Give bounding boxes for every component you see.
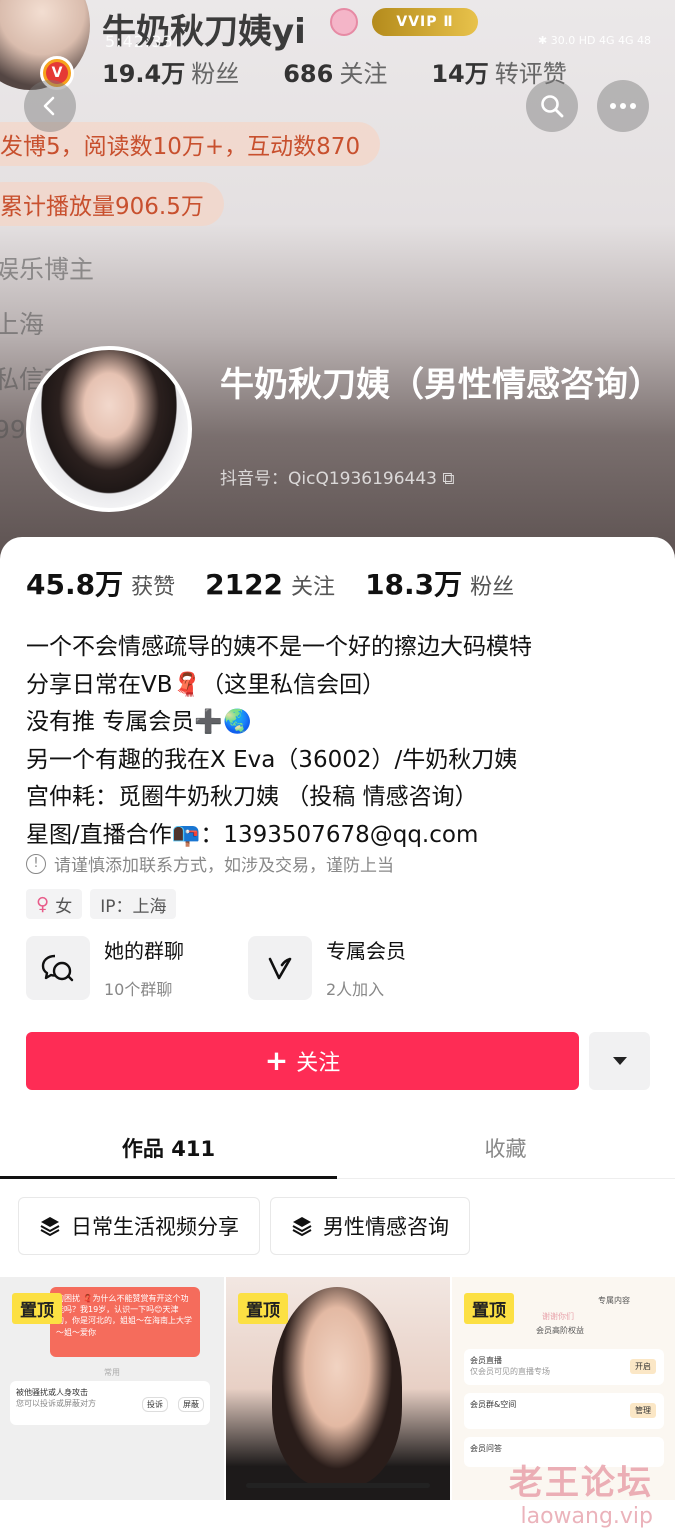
bio-line: 分享日常在VB🧣（这里私信会回） [26,671,386,698]
profile-banner: V 牛奶秋刀姨yi VVIP Ⅱ 5:42:33 ✱ 30.0 HD 4G 4G… [0,0,675,560]
exclamation-icon: ! [26,853,46,874]
video-thumbnail[interactable]: 置顶 [226,1277,450,1500]
site-watermark: 老王论坛 laowang.vip [509,1463,653,1529]
bio-line: 一个不会情感疏导的姨不是一个好的擦边大码模特 [26,634,532,660]
bio-line: 没有推 专属会员➕🌏 [26,709,252,735]
thumb-chat-text: 的困扰 🧣为什么不能赞赏有开这个功能吗？我19岁，认识一下吗😊天津的，你是河北的… [50,1287,200,1357]
follow-dropdown-button[interactable] [589,1032,650,1090]
female-icon: ♀ [36,893,50,915]
search-icon [541,95,564,118]
douyin-id[interactable]: 抖音号：QicQ1936196443 ⧉ [220,464,455,489]
video-thumbnail[interactable]: 置顶 的困扰 🧣为什么不能赞赏有开这个功能吗？我19岁，认识一下吗😊天津的，你是… [0,1277,224,1500]
follow-button[interactable]: + 关注 [26,1032,579,1090]
thumb-item: 会员群&空间 管理 [464,1393,664,1429]
home-indicator[interactable] [246,1483,430,1488]
weibo-location: 上海 [0,310,45,339]
back-button[interactable] [24,80,76,132]
copy-icon[interactable]: ⧉ [442,469,454,489]
plus-icon: + [264,1044,289,1077]
vvip-badge: VVIP Ⅱ [372,8,478,36]
profile-card: 45.8万 获赞 2122 关注 18.3万 粉丝 一个不会情感疏导的姨不是一个好的擦… [0,537,675,1529]
layers-icon [40,1217,60,1237]
collection-chips: 日常生活视频分享 男性情感咨询 [18,1197,470,1255]
profile-tags: ♀ 女 IP：上海 [26,889,177,919]
bio-line: 星图/直播合作📭：1393507678@qq.com [26,821,479,848]
pinned-badge: 置顶 [12,1293,62,1324]
feature-title: 她的群聊 [104,939,184,963]
thumb-face-image [272,1287,402,1487]
tab-works[interactable]: 作品 411 [0,1117,337,1179]
pinned-badge: 置顶 [464,1293,514,1324]
contact-warning: ! 请谨慎添加联系方式，如涉及交易，谨防上当 [26,851,394,876]
thumb-notice: 被他骚扰或人身攻击 您可以投诉或屏蔽对方 投诉 屏蔽 [10,1381,210,1425]
weibo-stats: 19.4万 粉丝 686 关注 14万 转评赞 [102,54,567,89]
avatar[interactable] [26,346,192,512]
pinned-badge: 置顶 [238,1293,288,1324]
follow-label: 关注 [296,1051,341,1076]
membership-entry[interactable]: 专属会员 2人加入 [248,935,406,1000]
chevron-left-icon [43,96,55,116]
feature-title: 专属会员 [326,939,406,963]
weibo-play-pill: 累计播放量906.5万 [0,182,224,226]
feature-sub: 2人加入 [326,980,385,999]
bio: 一个不会情感疏导的姨不是一个好的擦边大码模特 分享日常在VB🧣（这里私信会回） … [26,629,656,854]
more-options-button[interactable] [597,80,649,132]
followers-count[interactable]: 18.3万 [365,563,462,603]
likes-label: 获赞 [131,575,176,600]
profile-stats: 45.8万 获赞 2122 关注 18.3万 粉丝 [26,563,544,603]
content-tabs: 作品 411 收藏 [0,1117,675,1179]
likes-count[interactable]: 45.8万 [26,563,123,603]
thumb-divider: 常用 [104,1368,120,1377]
weibo-stat: 686 关注 [283,60,388,88]
profile-name: 牛奶秋刀姨（男性情感咨询） [220,365,662,405]
gender-tag: ♀ 女 [26,889,83,919]
collection-chip[interactable]: 日常生活视频分享 [18,1197,260,1255]
feature-sub: 10个群聊 [104,980,173,999]
tab-favorites[interactable]: 收藏 [337,1117,674,1178]
group-chat-entry[interactable]: 她的群聊 10个群聊 [26,935,184,1000]
status-icons: ✱ 30.0 HD 4G 4G 48 [538,34,651,47]
collection-chip[interactable]: 男性情感咨询 [270,1197,470,1255]
caret-down-icon [612,1057,627,1065]
weibo-line-4: 99 [0,415,26,444]
status-time: 5:42:33 [105,32,174,51]
bio-line: 宫仲耗：觅圈牛奶秋刀姨 （投稿 情感咨询） [26,784,478,810]
weibo-stat: 19.4万 粉丝 [102,60,240,88]
warning-text: 请谨慎添加联系方式，如涉及交易，谨防上当 [54,856,394,876]
followers-label: 粉丝 [470,575,515,600]
following-label: 关注 [291,575,336,600]
thumb-thanks: 谢谢你们 [542,1312,574,1321]
thumb-title: 会员高阶权益 [536,1326,584,1335]
search-button[interactable] [526,80,578,132]
more-dots-icon [610,103,636,109]
bio-line: 另一个有趣的我在X Eva（36002）/牛奶秋刀姨 [26,746,518,773]
following-count[interactable]: 2122 [205,568,283,601]
v-icon [248,935,312,1000]
layers-icon [292,1217,312,1237]
thumb-header: 专属内容 [598,1296,630,1305]
thumb-item: 会员直播 仅会员可见的直播专场 开启 [464,1349,664,1385]
ip-tag: IP：上海 [90,889,177,919]
weibo-category: 娱乐博主 [0,255,95,284]
chat-bubbles-icon [26,935,90,1000]
weibo-search-icon [330,8,358,36]
